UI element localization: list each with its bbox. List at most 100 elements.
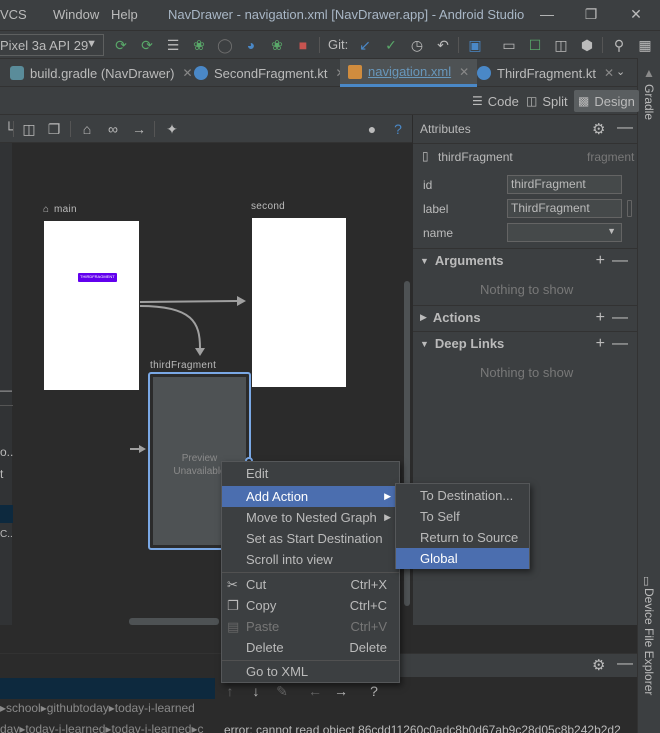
warning-icon[interactable]: ●: [363, 120, 381, 138]
toolbar-separator: [154, 121, 155, 137]
resource-picker-button[interactable]: [627, 200, 632, 217]
remove-argument-icon[interactable]: —: [612, 252, 628, 270]
link-icon[interactable]: ∞: [104, 120, 122, 138]
menu-item-add-action[interactable]: Add Action ▶: [222, 486, 399, 507]
gear-icon[interactable]: ⚙: [592, 120, 605, 138]
label-field[interactable]: ThirdFragment: [507, 199, 622, 218]
view-mode-bar: ☰ Code ◫ Split ▩ Design: [0, 87, 639, 115]
device-selector[interactable]: Pixel 3a API 29 ▼: [0, 34, 104, 56]
grid-icon[interactable]: ▦: [636, 36, 654, 54]
attach-debugger-icon[interactable]: ◯: [216, 36, 234, 54]
project-structure-icon[interactable]: ▣: [466, 36, 484, 54]
close-icon[interactable]: ✕: [183, 66, 193, 80]
device-manager-icon[interactable]: ◫: [552, 36, 570, 54]
menu-item-label: Scroll into view: [246, 552, 333, 567]
auto-arrange-icon[interactable]: ✦: [163, 120, 181, 138]
help-icon[interactable]: ?: [389, 120, 407, 138]
menu-item-scroll-into-view[interactable]: Scroll into view: [222, 549, 399, 570]
git-commit-icon[interactable]: ✓: [382, 36, 400, 54]
menu-item-go-to-xml[interactable]: Go to XML: [222, 661, 399, 682]
arrow-down-icon[interactable]: ↓: [247, 682, 265, 700]
close-icon[interactable]: ✕: [459, 65, 469, 79]
panel-toggle-icon[interactable]: └: [0, 120, 18, 138]
menu-item-cut[interactable]: ✂ Cut Ctrl+X: [222, 574, 399, 595]
hide-panel-icon[interactable]: —: [617, 655, 633, 673]
menu-window[interactable]: Window: [53, 7, 99, 22]
debug-attach-icon[interactable]: ❀: [268, 36, 286, 54]
title-bar: VCS Window Help NavDrawer - navigation.x…: [0, 0, 660, 30]
arguments-section[interactable]: ▼ Arguments + —: [413, 248, 638, 272]
remove-action-icon[interactable]: —: [612, 309, 628, 327]
git-history-icon[interactable]: ◷: [408, 36, 426, 54]
avd-manager-icon[interactable]: ☐: [526, 36, 544, 54]
home-icon[interactable]: ⌂: [78, 120, 96, 138]
menu-vcs[interactable]: VCS: [0, 7, 27, 22]
help-icon[interactable]: ?: [365, 682, 383, 700]
tab-build-gradle[interactable]: build.gradle (NavDrawer) ✕: [10, 59, 193, 87]
gradle-tool-button[interactable]: Gradle: [642, 84, 656, 120]
profile-icon[interactable]: ◕: [242, 36, 260, 54]
tab-second-fragment[interactable]: SecondFragment.kt ✕: [194, 59, 346, 87]
code-view-label: Code: [487, 93, 519, 109]
nested-graph-icon[interactable]: ❐: [45, 120, 63, 138]
apply-code-changes-icon[interactable]: ⟳: [138, 36, 156, 54]
tab-navigation-xml[interactable]: navigation.xml ✕: [340, 59, 478, 87]
tab-third-fragment[interactable]: ThirdFragment.kt ✕: [477, 59, 614, 87]
edit-icon[interactable]: ✎: [273, 682, 291, 700]
add-argument-icon[interactable]: +: [596, 252, 605, 270]
add-action-icon[interactable]: +: [596, 309, 605, 327]
menu-item-edit[interactable]: Edit: [222, 463, 399, 484]
name-dropdown[interactable]: ▼: [507, 223, 622, 242]
arrow-right-icon[interactable]: →: [332, 682, 350, 700]
new-destination-icon[interactable]: ◫: [20, 120, 38, 138]
selected-log-row[interactable]: ▸school▸githubtoday▸today-i-learned: [0, 678, 215, 715]
split-view-button[interactable]: ◫ Split: [522, 90, 572, 112]
lines-icon: ☰: [472, 94, 483, 108]
actions-section[interactable]: ▶ Actions + —: [413, 305, 638, 329]
menu-help[interactable]: Help: [111, 7, 138, 22]
menu-item-copy[interactable]: ❐ Copy Ctrl+C: [222, 595, 399, 616]
apply-changes-icon[interactable]: ⟳: [112, 36, 130, 54]
menu-item-set-start[interactable]: Set as Start Destination: [222, 528, 399, 549]
device-file-explorer-tool-button[interactable]: Device File Explorer: [642, 588, 656, 695]
arrow-left-icon[interactable]: ←: [306, 682, 324, 700]
arrow-up-icon[interactable]: ↑: [221, 682, 239, 700]
close-icon[interactable]: ✕: [604, 66, 614, 80]
hide-panel-icon[interactable]: —: [617, 119, 633, 137]
submenu-item-to-self[interactable]: To Self: [396, 506, 529, 527]
toolbar-separator: [458, 37, 459, 53]
menu-item-paste[interactable]: ▤ Paste Ctrl+V: [222, 616, 399, 637]
menu-item-label: Copy: [246, 598, 277, 613]
arrow-right-icon[interactable]: →: [130, 120, 148, 138]
selected-row[interactable]: [0, 505, 13, 523]
menu-item-label: Return to Source: [420, 530, 519, 545]
add-deep-link-icon[interactable]: +: [596, 335, 605, 353]
minimize-icon[interactable]: —: [538, 5, 556, 23]
submenu-item-global[interactable]: Global: [396, 548, 529, 569]
menu-item-move-nested[interactable]: Move to Nested Graph ▶: [222, 507, 399, 528]
left-minus-icon[interactable]: —: [0, 383, 12, 397]
stop-icon[interactable]: ■: [294, 36, 312, 54]
menu-item-label: Cut: [246, 577, 267, 592]
git-update-icon[interactable]: ↙: [356, 36, 374, 54]
tabs-overflow-icon[interactable]: ⌄: [616, 65, 625, 78]
restore-icon[interactable]: ❐: [582, 5, 600, 23]
close-window-icon[interactable]: ✕: [627, 5, 645, 23]
deep-links-section[interactable]: ▼ Deep Links + —: [413, 331, 638, 355]
submenu-item-return-to-source[interactable]: Return to Source: [396, 527, 529, 548]
gear-icon[interactable]: ⚙: [592, 656, 605, 674]
menu-item-delete[interactable]: Delete Delete: [222, 637, 399, 658]
scissors-icon: ✂: [227, 576, 238, 592]
search-icon[interactable]: ⚲: [610, 36, 628, 54]
remove-deep-link-icon[interactable]: —: [612, 335, 628, 353]
git-rollback-icon[interactable]: ↶: [434, 36, 452, 54]
terminal-icon[interactable]: ▭: [500, 36, 518, 54]
horizontal-scrollbar[interactable]: [129, 618, 219, 625]
sdk-manager-icon[interactable]: ⬢: [578, 36, 596, 54]
debug-icon[interactable]: ❀: [190, 36, 208, 54]
design-view-button[interactable]: ▩ Design: [574, 90, 639, 112]
id-field[interactable]: thirdFragment: [507, 175, 622, 194]
submenu-item-to-destination[interactable]: To Destination...: [396, 485, 529, 506]
run-config-icon[interactable]: ☰: [164, 36, 182, 54]
code-view-button[interactable]: ☰ Code: [468, 90, 523, 112]
